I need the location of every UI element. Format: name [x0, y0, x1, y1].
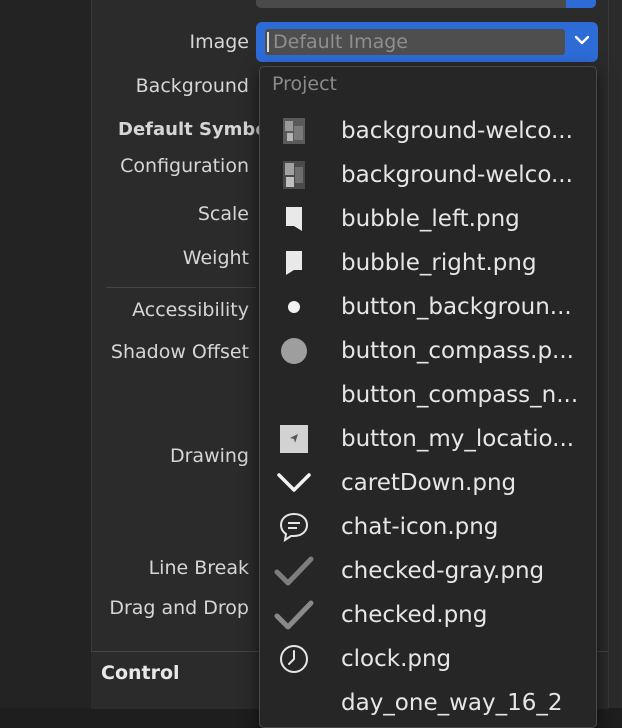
section-divider — [106, 287, 256, 288]
dropdown-item[interactable]: button_my_locatio... — [260, 417, 596, 461]
dropdown-item[interactable]: caretDown.png — [260, 461, 596, 505]
blank-icon — [274, 379, 314, 411]
scale-label: Scale — [197, 203, 249, 225]
dropdown-item[interactable]: chat-icon.png — [260, 505, 596, 549]
configuration-label: Configuration — [120, 155, 249, 177]
dropdown-item[interactable]: button_backgroun... — [260, 285, 596, 329]
default-symbol-label: Default Symbo — [118, 119, 268, 140]
drag-and-drop-label: Drag and Drop — [109, 597, 249, 619]
accessibility-label: Accessibility — [132, 299, 249, 321]
dropdown-item-label: button_backgroun... — [341, 294, 572, 320]
dropdown-item[interactable]: day_one_way_16_2 — [260, 681, 596, 725]
dropdown-item[interactable]: button_compass.p... — [260, 329, 596, 373]
blank-icon — [274, 687, 314, 719]
previous-field-arrow[interactable] — [566, 0, 596, 8]
previous-field[interactable] — [256, 0, 596, 8]
line-break-label: Line Break — [148, 557, 249, 579]
dropdown-item[interactable]: button_compass_n... — [260, 373, 596, 417]
dropdown-item-label: bubble_right.png — [341, 250, 537, 276]
image-dropdown-list[interactable]: Project background-welco... background-w… — [259, 66, 597, 728]
chevron-down-icon[interactable] — [572, 30, 592, 50]
dropdown-item[interactable]: checked.png — [260, 593, 596, 637]
image-combo-value: Default Image — [273, 31, 408, 53]
checkmark-icon — [274, 599, 314, 631]
gray-circle-icon — [274, 335, 314, 367]
dropdown-item-label: chat-icon.png — [341, 514, 499, 540]
dropdown-item[interactable]: background-welco... — [260, 153, 596, 197]
clock-icon — [274, 643, 314, 675]
dropdown-item-label: button_compass_n... — [341, 382, 579, 408]
shadow-offset-label: Shadow Offset — [110, 341, 249, 363]
dropdown-item-label: caretDown.png — [341, 470, 517, 496]
dropdown-section-header: Project — [272, 73, 338, 95]
dropdown-item[interactable]: background-welco... — [260, 109, 596, 153]
caret-down-icon — [274, 467, 314, 499]
dropdown-item-label: background-welco... — [341, 162, 573, 188]
chat-bubble-icon — [274, 511, 314, 543]
dropdown-item[interactable]: clock.png — [260, 637, 596, 681]
checkmark-gray-icon — [274, 555, 314, 587]
inspector-scrollbar-track[interactable] — [608, 0, 622, 708]
dropdown-item-label: button_compass.p... — [341, 338, 574, 364]
dropdown-item-label: bubble_left.png — [341, 206, 520, 232]
photo-thumbnail-icon — [274, 159, 314, 191]
dot-icon — [274, 291, 314, 323]
dropdown-item-label: button_my_locatio... — [341, 426, 575, 452]
image-label: Image — [189, 31, 249, 53]
dropdown-item-label: background-welco... — [341, 118, 573, 144]
dropdown-item-label: clock.png — [341, 646, 452, 672]
control-section-title: Control — [101, 662, 180, 684]
background-label: Background — [135, 75, 249, 97]
dropdown-item-label: checked.png — [341, 602, 488, 628]
bubble-left-icon — [274, 203, 314, 235]
weight-label: Weight — [182, 247, 249, 269]
drawing-label: Drawing — [169, 445, 249, 467]
dropdown-item-label: day_one_way_16_2 — [341, 690, 563, 716]
image-combo-field[interactable]: Default Image — [265, 29, 565, 55]
dropdown-item[interactable]: bubble_left.png — [260, 197, 596, 241]
bubble-right-icon — [274, 247, 314, 279]
dropdown-item[interactable]: bubble_right.png — [260, 241, 596, 285]
dropdown-item-label: checked-gray.png — [341, 558, 545, 584]
image-combo-box[interactable]: Default Image — [256, 22, 598, 62]
dropdown-item[interactable]: checked-gray.png — [260, 549, 596, 593]
photo-thumbnail-icon — [274, 115, 314, 147]
location-arrow-icon — [274, 423, 314, 455]
text-caret — [267, 32, 269, 52]
